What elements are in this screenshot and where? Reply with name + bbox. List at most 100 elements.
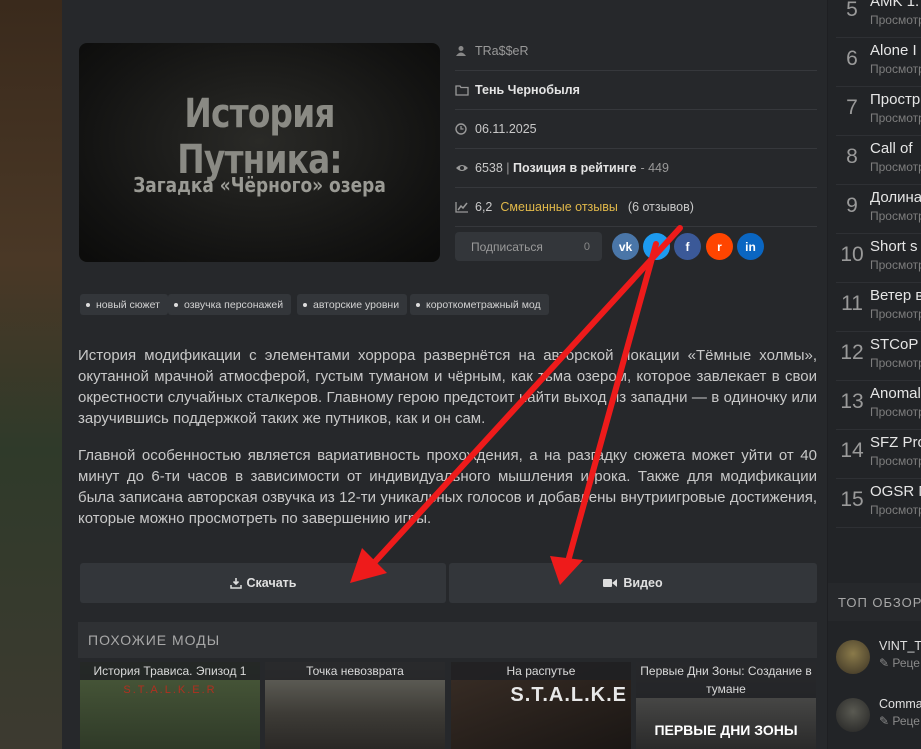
rating-link[interactable]: Позиция в рейтинге: [513, 161, 636, 175]
similar-mod-card[interactable]: Точка невозврата: [265, 662, 445, 749]
mod-cover-image[interactable]: История Путника: Загадка «Чёрного» озера: [79, 43, 440, 262]
subscribe-label: Подписаться: [471, 239, 543, 254]
rank-title: STCoP: [870, 336, 919, 353]
avatar: [836, 698, 870, 732]
subscribe-count: 0: [583, 240, 590, 253]
tag-item[interactable]: авторские уровни: [297, 294, 408, 315]
game-link[interactable]: Тень Чернобыля: [475, 83, 580, 97]
rank-number: 10: [840, 243, 864, 266]
tag-item[interactable]: озвучка персонажей: [168, 294, 292, 315]
similar-mod-title: Первые Дни Зоны: Создание в тумане: [636, 662, 816, 698]
tag-item[interactable]: короткометражный мод: [410, 294, 549, 315]
rank-title: AMK 1.: [870, 0, 920, 10]
top-mod-item[interactable]: 5 AMK 1. Просмотр: [836, 0, 921, 38]
description-paragraph: История модификации с элементами хоррора…: [78, 347, 817, 427]
video-button[interactable]: Видео: [449, 563, 817, 603]
rank-number: 7: [846, 96, 858, 119]
review-label: ✎ Реце: [879, 656, 920, 670]
review-item[interactable]: VINT_T ✎ Реце: [836, 635, 921, 680]
cover-subtitle: Загадка «Чёрного» озера: [133, 173, 386, 197]
author-row: TRa$$eR: [455, 32, 817, 71]
download-button[interactable]: Скачать: [80, 563, 446, 603]
separator: |: [502, 161, 514, 175]
rank-title: OGSR M: [870, 483, 921, 500]
similar-mod-art-text: S.T.A.L.K.E.R: [123, 684, 217, 696]
rank-subtitle: Просмотр: [870, 258, 921, 272]
rating-position: - 449: [640, 161, 669, 175]
top-mod-item[interactable]: 7 Простр Просмотр: [836, 87, 921, 136]
reviews-count[interactable]: (6 отзывов): [628, 200, 694, 214]
rank-title: Долина: [870, 189, 921, 206]
rank-title: Простр: [870, 91, 921, 108]
reddit-share-button[interactable]: r: [706, 233, 733, 260]
review-item[interactable]: Comma ✎ Реце: [836, 693, 921, 738]
facebook-share-button[interactable]: f: [674, 233, 701, 260]
rank-subtitle: Просмотр: [870, 454, 921, 468]
linkedin-icon: in: [745, 239, 756, 254]
download-icon: [229, 577, 242, 589]
similar-mod-title: Точка невозврата: [265, 662, 445, 680]
rank-subtitle: Просмотр: [870, 111, 921, 125]
rank-title: Call of: [870, 140, 913, 157]
folder-icon: [455, 84, 469, 96]
top-mod-item[interactable]: 6 Alone I Просмотр: [836, 38, 921, 87]
release-date: 06.11.2025: [475, 122, 537, 136]
top-mod-item[interactable]: 10 Short s Просмотр: [836, 234, 921, 283]
rank-number: 11: [841, 292, 863, 315]
similar-mod-card[interactable]: ПЕРВЫЕ ДНИ ЗОНЫ Первые Дни Зоны: Создани…: [636, 662, 816, 749]
background-art: [0, 0, 62, 749]
similar-mod-card[interactable]: S.T.A.L.K.E.R История Трависа. Эпизод 1: [80, 662, 260, 749]
similar-mod-art-text: S.T.A.L.K.E: [510, 684, 627, 706]
chart-line-icon: [455, 201, 469, 213]
rank-title: Anomal: [870, 385, 921, 402]
score-value: 6,2: [475, 200, 493, 214]
top-mod-item[interactable]: 11 Ветер в Просмотр: [836, 283, 921, 332]
linkedin-share-button[interactable]: in: [737, 233, 764, 260]
reviews-summary[interactable]: Смешанные отзывы: [500, 200, 618, 214]
rank-number: 12: [840, 341, 864, 364]
avatar: [836, 640, 870, 674]
rank-number: 15: [840, 488, 864, 511]
similar-mod-art-text: ПЕРВЫЕ ДНИ ЗОНЫ: [654, 722, 798, 738]
vk-share-button[interactable]: vk: [612, 233, 639, 260]
subscribe-button[interactable]: Подписаться 0: [455, 232, 602, 261]
rank-number: 5: [846, 0, 858, 21]
rank-subtitle: Просмотр: [870, 209, 921, 223]
similar-mod-card[interactable]: S.T.A.L.K.E На распутье: [451, 662, 631, 749]
rank-number: 6: [846, 47, 858, 70]
reviewer-name: Comma: [879, 697, 921, 711]
rank-subtitle: Просмотр: [870, 307, 921, 321]
rank-subtitle: Просмотр: [870, 405, 921, 419]
rank-subtitle: Просмотр: [870, 13, 921, 27]
twitter-share-button[interactable]: t: [643, 233, 670, 260]
eye-icon: [455, 162, 469, 174]
reviewer-name: VINT_T: [879, 639, 921, 653]
rank-title: Ветер в: [870, 287, 921, 304]
video-label: Видео: [623, 576, 663, 590]
author-name[interactable]: TRa$$eR: [475, 44, 529, 58]
twitter-icon: t: [654, 239, 659, 254]
top-mod-item[interactable]: 13 Anomal Просмотр: [836, 381, 921, 430]
vk-icon: vk: [618, 239, 633, 254]
clock-icon: [455, 123, 469, 135]
top-mod-item[interactable]: 15 OGSR M Просмотр: [836, 479, 921, 528]
top-mod-item[interactable]: 14 SFZ Pro Просмотр: [836, 430, 921, 479]
edit-icon: ✎: [879, 714, 890, 728]
rank-number: 9: [846, 194, 858, 217]
rank-number: 8: [846, 145, 858, 168]
top-mod-item[interactable]: 9 Долина Просмотр: [836, 185, 921, 234]
cover-title: История Путника:: [177, 91, 342, 183]
similar-mods-heading: ПОХОЖИЕ МОДЫ: [78, 622, 817, 658]
user-icon: [455, 45, 469, 57]
facebook-icon: f: [685, 239, 690, 254]
rank-subtitle: Просмотр: [870, 160, 921, 174]
review-label: ✎ Реце: [879, 714, 920, 728]
tag-item[interactable]: новый сюжет: [80, 294, 168, 315]
rank-number: 14: [840, 439, 864, 462]
rank-title: SFZ Pro: [870, 434, 921, 451]
top-mod-item[interactable]: 8 Call of Просмотр: [836, 136, 921, 185]
rank-subtitle: Просмотр: [870, 503, 921, 517]
top-mod-item[interactable]: 12 STCoP Просмотр: [836, 332, 921, 381]
similar-mod-title: На распутье: [451, 662, 631, 680]
score-row: 6,2 Смешанные отзывы (6 отзывов): [455, 188, 817, 227]
